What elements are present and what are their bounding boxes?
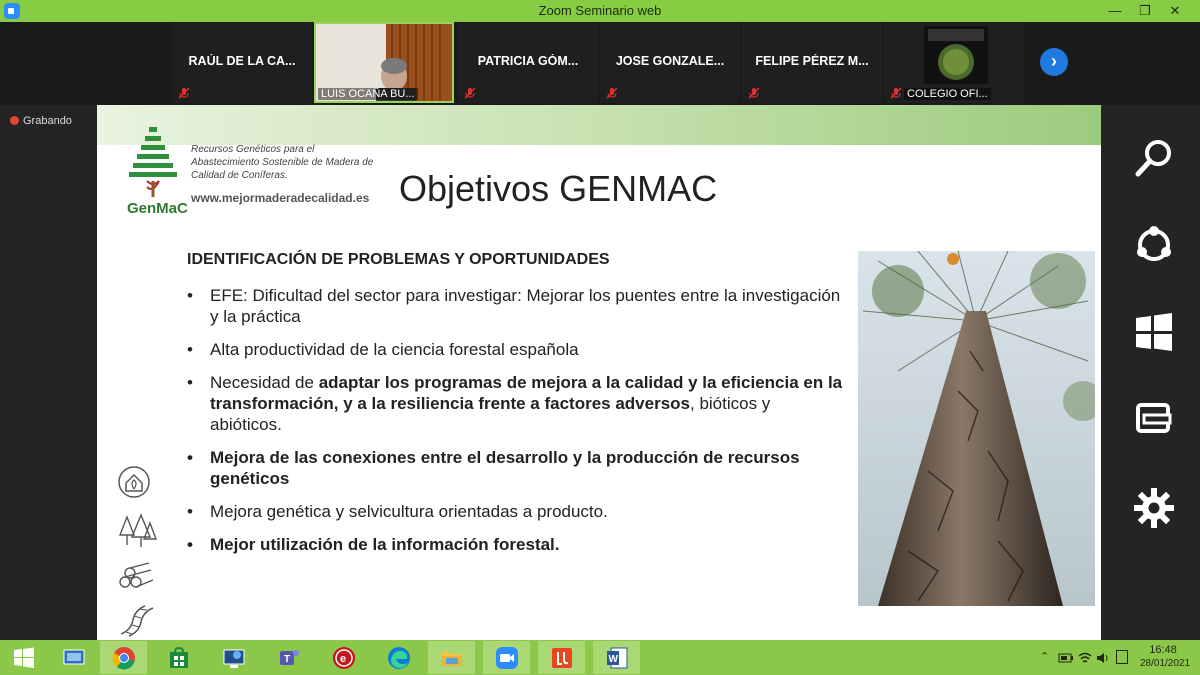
participant-name: PATRICIA GÓM...: [477, 54, 579, 68]
bullet-text-bold: Mejor utilización de la información fore…: [210, 535, 560, 554]
forest-icon: [118, 513, 157, 547]
slide-heading: IDENTIFICACIÓN DE PROBLEMAS Y OPORTUNIDA…: [187, 251, 610, 268]
participant-name: FELIPE PÉREZ M...: [755, 54, 869, 68]
title-bar: Zoom Seminario web — ❐ ✕: [0, 0, 1200, 22]
taskbar: T e W ⌃ 16:48 28/01/2021: [0, 640, 1200, 675]
participant-tile[interactable]: RAÚL DE LA CA...: [172, 22, 312, 103]
taskbar-app-store[interactable]: [155, 641, 202, 674]
bullet-text: Mejora genética y selvicultura orientada…: [210, 502, 608, 521]
bullet-text-bold: Mejora de las conexiones entre el desarr…: [210, 448, 800, 488]
clock-date: 28/01/2021: [1140, 658, 1191, 669]
file-explorer-icon: [442, 652, 462, 666]
windows-logo-icon: [14, 647, 34, 668]
bullet-item: Alta productividad de la ciencia foresta…: [185, 339, 845, 360]
house-seedling-icon: [118, 466, 150, 498]
taskbar-app-connect[interactable]: [210, 641, 257, 674]
devices-icon[interactable]: [1130, 395, 1178, 443]
participant-strip: RAÚL DE LA CA... LUIS OCAÑA BU... PATRIC…: [0, 22, 1200, 105]
app-e-icon: e: [333, 647, 355, 669]
muted-mic-icon: [606, 87, 618, 99]
tray-chevron-icon[interactable]: ⌃: [1040, 650, 1049, 663]
search-icon[interactable]: [1130, 134, 1178, 182]
taskbar-app-teams[interactable]: T: [265, 641, 312, 674]
start-button[interactable]: [0, 641, 47, 674]
taskbar-app-e[interactable]: e: [320, 641, 367, 674]
participant-name: LUIS OCAÑA BU...: [318, 88, 418, 100]
chrome-icon: [112, 647, 135, 670]
edge-icon: [388, 647, 410, 669]
svg-text:W: W: [609, 654, 619, 665]
bullet-text: EFE: Dificultad del sector para investig…: [210, 286, 841, 326]
taskbar-app-chrome[interactable]: [100, 641, 147, 674]
recording-label: Grabando: [23, 115, 72, 127]
zoom-icon: [496, 647, 518, 669]
next-page-button[interactable]: ›: [1040, 48, 1068, 76]
logo-url: www.mejormaderadecalidad.es: [191, 191, 370, 205]
taskbar-app-word[interactable]: W: [593, 641, 640, 674]
clock[interactable]: 16:48 28/01/2021: [1140, 644, 1191, 670]
logo-line: Abastecimiento Sostenible de Madera de: [191, 157, 374, 168]
taskbar-app-edge[interactable]: [375, 641, 422, 674]
shared-screen-slide: GenMaC Recursos Genéticos para el Abaste…: [97, 105, 1101, 640]
bullet-item: Mejora de las conexiones entre el desarr…: [185, 447, 845, 489]
bullet-item: EFE: Dificultad del sector para investig…: [185, 285, 845, 327]
participant-tile[interactable]: PATRICIA GÓM...: [458, 22, 598, 103]
tree-trunk-photo: [858, 251, 1095, 606]
clock-time: 16:48: [1149, 644, 1177, 656]
logo-line: Recursos Genéticos para el: [191, 144, 315, 155]
taskbar-app-explorer[interactable]: [428, 641, 475, 674]
header-band: [97, 105, 1101, 145]
logo-description: Recursos Genéticos para el Abastecimient…: [191, 143, 391, 182]
muted-mic-icon: [178, 87, 190, 99]
recording-dot-icon: [10, 116, 19, 125]
participant-tile[interactable]: JOSE GONZALE...: [600, 22, 740, 103]
remote-connect-icon: [223, 649, 245, 668]
participant-name: COLEGIO OFI...: [904, 88, 991, 100]
settings-gear-icon[interactable]: [1130, 484, 1178, 532]
taskbar-app[interactable]: [50, 641, 97, 674]
teams-icon: T: [280, 650, 299, 665]
genmac-wordmark: GenMaC: [127, 200, 188, 217]
svg-text:e: e: [340, 653, 346, 665]
bullet-text: Alta productividad de la ciencia foresta…: [210, 340, 579, 359]
taskbar-app-orange[interactable]: [538, 641, 585, 674]
close-button[interactable]: ✕: [1160, 0, 1190, 22]
logs-icon: [119, 562, 154, 588]
svg-text:T: T: [284, 654, 290, 665]
participant-name: RAÚL DE LA CA...: [188, 54, 296, 68]
bullet-text: Necesidad de: [210, 373, 319, 392]
maximize-button[interactable]: ❐: [1130, 0, 1160, 22]
participant-tile-active[interactable]: LUIS OCAÑA BU...: [314, 22, 454, 103]
participant-thumbnail: [924, 26, 988, 84]
share-icon[interactable]: [1130, 221, 1178, 269]
bullet-item: Mejor utilización de la información fore…: [185, 534, 845, 555]
wifi-icon[interactable]: [1078, 651, 1092, 665]
muted-mic-icon: [748, 87, 760, 99]
recording-indicator[interactable]: Grabando: [10, 115, 72, 127]
orange-app-icon: [552, 648, 572, 668]
volume-icon[interactable]: [1096, 651, 1110, 665]
bullet-item: Mejora genética y selvicultura orientada…: [185, 501, 845, 522]
remote-desktop-icon: [63, 649, 85, 665]
battery-icon[interactable]: [1058, 652, 1074, 664]
bullet-item: Necesidad de adaptar los programas de me…: [185, 372, 845, 435]
bullet-list: EFE: Dificultad del sector para investig…: [185, 285, 845, 567]
dna-icon: [120, 605, 154, 637]
word-icon: W: [607, 647, 628, 669]
taskbar-app-zoom[interactable]: [483, 641, 530, 674]
muted-mic-icon: [890, 87, 902, 99]
minimize-button[interactable]: —: [1100, 0, 1130, 22]
genmac-tree-logo-icon: [129, 127, 177, 197]
participant-tile[interactable]: FELIPE PÉREZ M...: [742, 22, 882, 103]
participant-tile[interactable]: COLEGIO OFI...: [884, 22, 1024, 103]
store-icon: [170, 646, 188, 668]
muted-mic-icon: [464, 87, 476, 99]
windows-start-icon[interactable]: [1130, 308, 1178, 356]
participant-name: JOSE GONZALE...: [615, 54, 725, 68]
input-method-icon[interactable]: [1116, 650, 1128, 664]
slide-title: Objetivos GENMAC: [399, 168, 718, 209]
logo-line: Calidad de Coníferas.: [191, 170, 288, 181]
window-title: Zoom Seminario web: [538, 3, 662, 18]
